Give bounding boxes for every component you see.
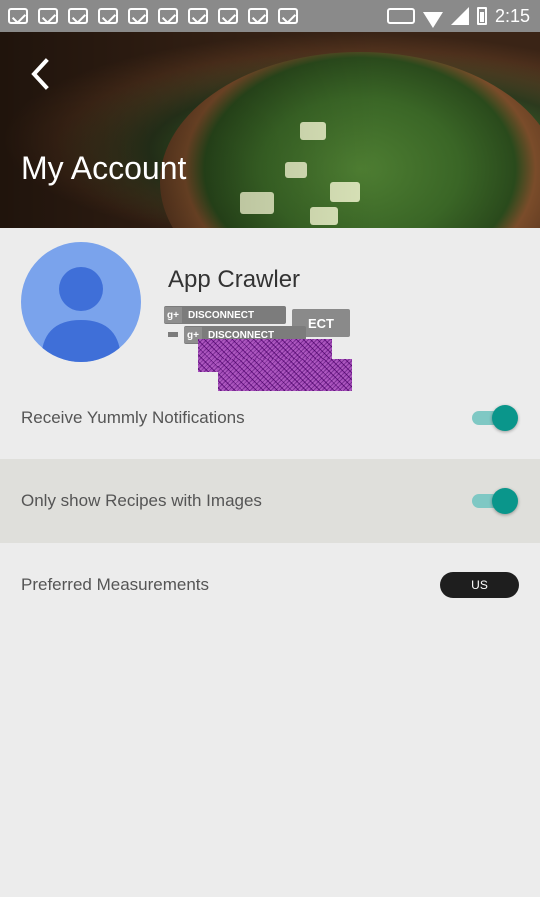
status-bar: 2:15 — [0, 0, 540, 32]
person-placeholder-icon — [41, 267, 121, 362]
gmail-icon — [8, 8, 28, 24]
chevron-left-icon — [31, 58, 49, 90]
setting-label: Only show Recipes with Images — [21, 491, 262, 510]
flipboard-icon — [98, 8, 118, 24]
flipboard-icon — [218, 8, 238, 24]
google-plus-icon: g+ — [164, 307, 182, 323]
wifi-icon — [423, 8, 443, 24]
setting-label: Receive Yummly Notifications — [21, 408, 245, 427]
flipboard-icon — [68, 8, 88, 24]
flipboard-icon — [38, 8, 58, 24]
battery-icon — [476, 7, 487, 25]
disconnect-label: DISCONNECT — [188, 309, 255, 321]
header-image: My Account — [0, 32, 540, 228]
notification-icons — [0, 8, 298, 24]
back-button[interactable] — [22, 54, 58, 94]
flipboard-icon — [278, 8, 298, 24]
signal-icon — [450, 7, 469, 25]
avatar[interactable] — [21, 242, 141, 362]
setting-row-measurements[interactable]: Preferred Measurements US — [0, 543, 540, 627]
system-status: 2:15 — [386, 0, 530, 32]
flipboard-icon — [158, 8, 178, 24]
status-time: 2:15 — [494, 5, 530, 26]
notifications-toggle[interactable] — [470, 405, 518, 431]
flipboard-icon — [188, 8, 208, 24]
images-only-toggle[interactable] — [470, 488, 518, 514]
flipboard-icon — [128, 8, 148, 24]
disconnect-google-button[interactable]: g+ DISCONNECT — [164, 306, 286, 324]
measurements-selector[interactable]: US — [440, 572, 519, 598]
profile-name: App Crawler — [168, 266, 301, 293]
flipboard-icon — [248, 8, 268, 24]
keyboard-icon — [386, 8, 415, 24]
divider — [168, 332, 178, 337]
setting-row-images-only[interactable]: Only show Recipes with Images — [0, 459, 540, 543]
page-title: My Account — [21, 150, 187, 186]
setting-label: Preferred Measurements — [21, 575, 210, 594]
setting-row-notifications[interactable]: Receive Yummly Notifications — [0, 376, 540, 460]
